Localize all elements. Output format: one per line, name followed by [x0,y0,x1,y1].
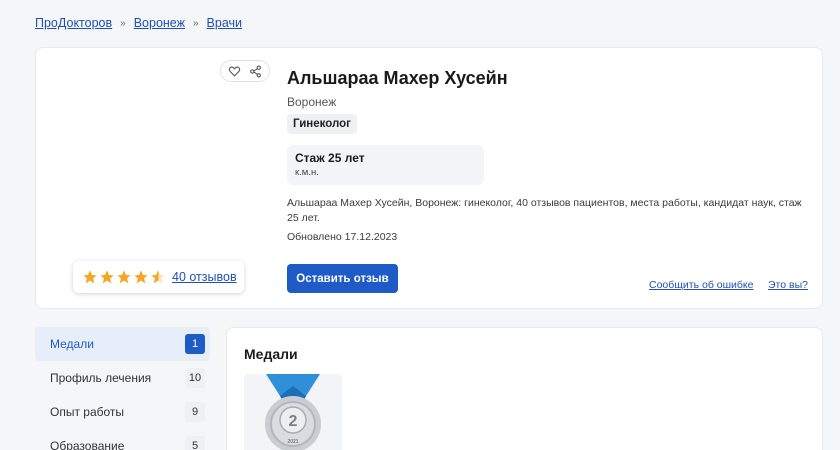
sidebar-item-label: Профиль лечения [50,371,152,385]
sidebar-item-education[interactable]: Образование 5 [35,429,210,450]
medal-tile[interactable]: 2 2021 [244,374,342,450]
reviews-link[interactable]: 40 отзывов [172,270,237,284]
leave-review-button[interactable]: Оставить отзыв [287,264,398,293]
sidebar-item-count: 5 [185,436,205,450]
doctor-city: Воронеж [287,95,337,109]
degree-label: к.м.н. [295,167,319,178]
social-actions [220,60,270,82]
breadcrumb-link-doctors[interactable]: Врачи [207,16,242,30]
profile-sidebar: Медали 1 Профиль лечения 10 Опыт работы … [35,327,210,450]
rating-stars [82,269,166,285]
sidebar-item-label: Образование [50,439,125,450]
doctor-profile-card: 40 отзывов Альшараа Махер Хусейн Воронеж… [35,47,823,309]
experience-box: Стаж 25 лет к.м.н. [287,145,484,185]
is-it-you-link[interactable]: Это вы? [768,279,808,291]
breadcrumb: ПроДокторов » Воронеж » Врачи [35,16,242,30]
heart-icon[interactable] [228,65,241,78]
report-error-link[interactable]: Сообщить об ошибке [649,279,753,291]
rating-box: 40 отзывов [73,261,244,293]
doctor-photo [84,70,264,280]
sidebar-item-work-experience[interactable]: Опыт работы 9 [35,395,210,429]
sidebar-item-medals[interactable]: Медали 1 [35,327,210,361]
sidebar-item-count: 10 [185,368,205,388]
sidebar-item-count: 9 [185,402,205,422]
star-icon [134,270,148,284]
specialty-badge[interactable]: Гинеколог [287,114,357,134]
breadcrumb-link-city[interactable]: Воронеж [134,16,185,30]
medal-year: 2021 [287,439,298,445]
sidebar-item-treatment-profile[interactable]: Профиль лечения 10 [35,361,210,395]
section-title: Медали [244,346,298,362]
share-icon[interactable] [249,65,262,78]
breadcrumb-link-prodoctorov[interactable]: ПроДокторов [35,16,112,30]
sidebar-item-label: Медали [50,337,94,351]
medal-number: 2 [289,413,298,430]
breadcrumb-separator: » [120,17,126,29]
doctor-description: Альшараа Махер Хусейн, Воронеж: гинеколо… [287,197,802,224]
doctor-name: Альшараа Махер Хусейн [287,68,508,88]
star-icon [100,270,114,284]
medals-section: Медали 2 2021 [226,327,823,450]
half-star-icon [151,270,165,284]
silver-medal-icon: 2 2021 [265,374,321,450]
updated-date: Обновлено 17.12.2023 [287,231,398,243]
experience-label: Стаж 25 лет [295,151,365,165]
sidebar-item-count: 1 [185,334,205,354]
star-icon [117,270,131,284]
star-icon [83,270,97,284]
breadcrumb-separator: » [192,17,199,29]
sidebar-item-label: Опыт работы [50,405,125,419]
